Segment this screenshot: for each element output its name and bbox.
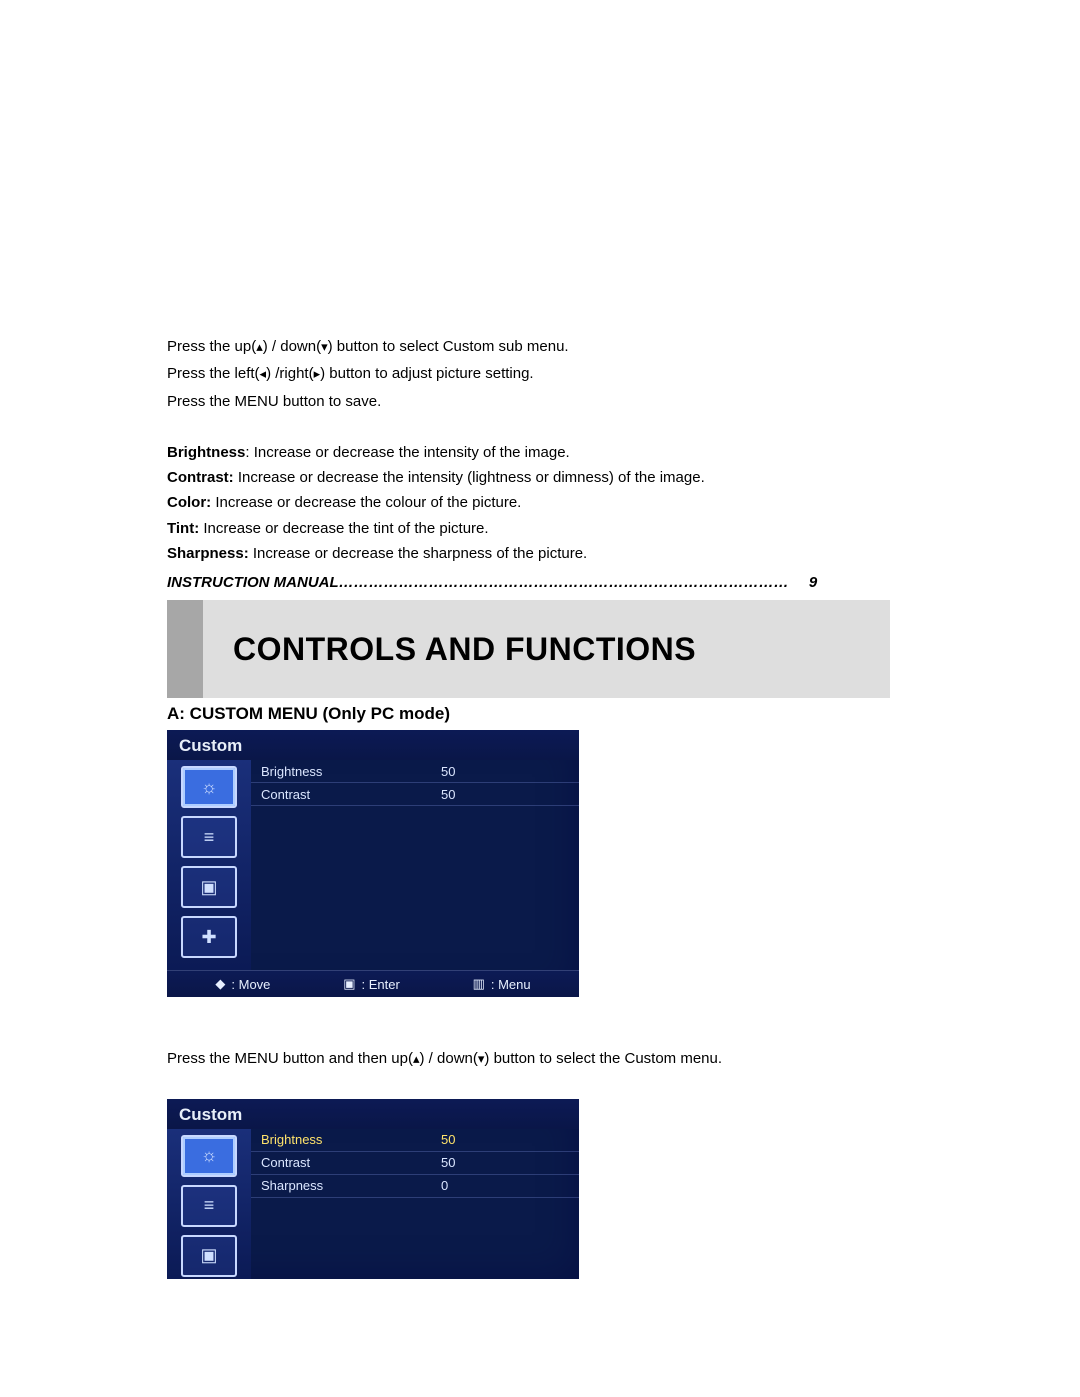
def-contrast-label: Contrast: [167, 469, 234, 486]
osd2-row-sharpness[interactable]: Sharpness 0 [251, 1175, 579, 1198]
text: Press the left( [167, 365, 260, 382]
section-header-stub [167, 600, 203, 698]
osd2-row-brightness[interactable]: Brightness 50 [251, 1129, 579, 1152]
osd1-grid: Brightness 50 Contrast 50 [251, 760, 579, 970]
osd1-hint-menu: ▥ : Menu [473, 976, 531, 992]
def-brightness-label: Brightness [167, 444, 245, 461]
osd-pip-icon[interactable]: ▣ [181, 866, 237, 908]
text: ) / down( [263, 338, 321, 355]
osd1-row-brightness[interactable]: Brightness 50 [251, 760, 579, 783]
mid-paragraph: Press the MENU button and then up(▴) / d… [0, 1047, 1080, 1070]
osd1-hint-move: ◆ : Move [215, 976, 270, 992]
osd1-row-contrast[interactable]: Contrast 50 [251, 783, 579, 806]
osd2-contrast-value: 50 [441, 1155, 511, 1170]
osd2-contrast-label: Contrast [261, 1155, 441, 1170]
section-header: CONTROLS AND FUNCTIONS [167, 600, 890, 698]
osd2-brightness-label: Brightness [261, 1132, 441, 1147]
osd2-icon-rail: ☼ ≡ ▣ [167, 1129, 251, 1279]
osd2-brightness-value: 50 [441, 1132, 511, 1147]
menu-bars-icon: ▥ [473, 976, 485, 992]
osd1-hint-bar: ◆ : Move ▣ : Enter ▥ : Menu [167, 970, 579, 997]
page-number: 9 [809, 571, 817, 594]
text: Press the up( [167, 338, 256, 355]
osd1-contrast-value: 50 [441, 787, 511, 802]
square-icon: ▣ [200, 877, 217, 898]
sun-icon: ☼ [201, 777, 218, 798]
footer-label: INSTRUCTION MANUAL…………………………………………………………… [167, 574, 789, 591]
osd2-grid: Brightness 50 Contrast 50 Sharpness 0 [251, 1129, 579, 1279]
wrench-icon: ✚ [201, 927, 216, 948]
definitions-block: Brightness: Increase or decrease the int… [0, 441, 1080, 565]
square-icon: ▣ [200, 1245, 217, 1266]
text: ) / down( [420, 1050, 478, 1067]
section-subhead: A: CUSTOM MENU (Only PC mode) [167, 704, 1080, 724]
osd2-row-contrast[interactable]: Contrast 50 [251, 1152, 579, 1175]
def-tint-label: Tint: [167, 520, 199, 537]
bars-icon: ≡ [204, 1195, 215, 1216]
bars-icon: ≡ [204, 827, 215, 848]
text: : Move [231, 977, 270, 992]
def-tint-text: Increase or decrease the tint of the pic… [199, 520, 488, 537]
def-contrast-text: Increase or decrease the intensity (ligh… [234, 469, 705, 486]
text: : Menu [491, 977, 531, 992]
page-footer-line: INSTRUCTION MANUAL…………………………………………………………… [0, 571, 1080, 594]
osd1-body: ☼ ≡ ▣ ✚ Brightness 50 Contrast 50 [167, 760, 579, 970]
osd2-body: ☼ ≡ ▣ Brightness 50 Contrast 50 Sharpnes… [167, 1129, 579, 1279]
instruction-between: Press the MENU button and then up(▴) / d… [167, 1047, 920, 1070]
osd-picture-icon[interactable]: ☼ [181, 1135, 237, 1177]
updown-icon: ◆ [215, 976, 225, 992]
def-brightness-text: : Increase or decrease the intensity of … [245, 444, 569, 461]
sun-icon: ☼ [201, 1145, 218, 1166]
osd2-sharpness-label: Sharpness [261, 1178, 441, 1193]
text: ) button to adjust picture setting. [320, 365, 533, 382]
top-whitespace [0, 0, 1080, 335]
osd-screenshot-1: Custom ☼ ≡ ▣ ✚ Brightness 50 Contrast 50 [167, 730, 579, 997]
osd1-title: Custom [167, 730, 579, 760]
text: ) /right( [266, 365, 314, 382]
instruction-line-3: Press the MENU button to save. [167, 390, 920, 413]
osd2-empty [251, 1198, 579, 1279]
text: ) button to select the Custom menu. [484, 1050, 722, 1067]
osd1-hint-enter: ▣ : Enter [343, 976, 400, 992]
instructions-block: Press the up(▴) / down(▾) button to sele… [0, 335, 1080, 413]
def-color-label: Color: [167, 494, 211, 511]
text: : Enter [361, 977, 399, 992]
osd-picture-icon[interactable]: ☼ [181, 766, 237, 808]
def-sharpness-label: Sharpness: [167, 545, 249, 562]
osd1-brightness-value: 50 [441, 764, 511, 779]
text: Press the MENU button and then up( [167, 1050, 413, 1067]
def-sharpness-text: Increase or decrease the sharpness of th… [249, 545, 588, 562]
manual-page: Press the up(▴) / down(▾) button to sele… [0, 0, 1080, 1319]
instruction-line-2: Press the left(◂) /right(▸) button to ad… [167, 362, 920, 385]
osd-pip-icon[interactable]: ▣ [181, 1235, 237, 1277]
osd1-brightness-label: Brightness [261, 764, 441, 779]
osd1-icon-rail: ☼ ≡ ▣ ✚ [167, 760, 251, 970]
def-color-text: Increase or decrease the colour of the p… [211, 494, 521, 511]
osd1-empty [251, 806, 579, 970]
section-header-title: CONTROLS AND FUNCTIONS [233, 631, 696, 668]
osd-tools-icon[interactable]: ✚ [181, 916, 237, 958]
osd1-contrast-label: Contrast [261, 787, 441, 802]
osd-lines-icon[interactable]: ≡ [181, 816, 237, 858]
osd2-sharpness-value: 0 [441, 1178, 511, 1193]
instruction-line-1: Press the up(▴) / down(▾) button to sele… [167, 335, 920, 358]
osd-lines-icon[interactable]: ≡ [181, 1185, 237, 1227]
osd-screenshot-2: Custom ☼ ≡ ▣ Brightness 50 Contrast 50 S… [167, 1099, 579, 1279]
osd2-title: Custom [167, 1099, 579, 1129]
enter-square-icon: ▣ [343, 976, 355, 992]
text: ) button to select Custom sub menu. [328, 338, 569, 355]
